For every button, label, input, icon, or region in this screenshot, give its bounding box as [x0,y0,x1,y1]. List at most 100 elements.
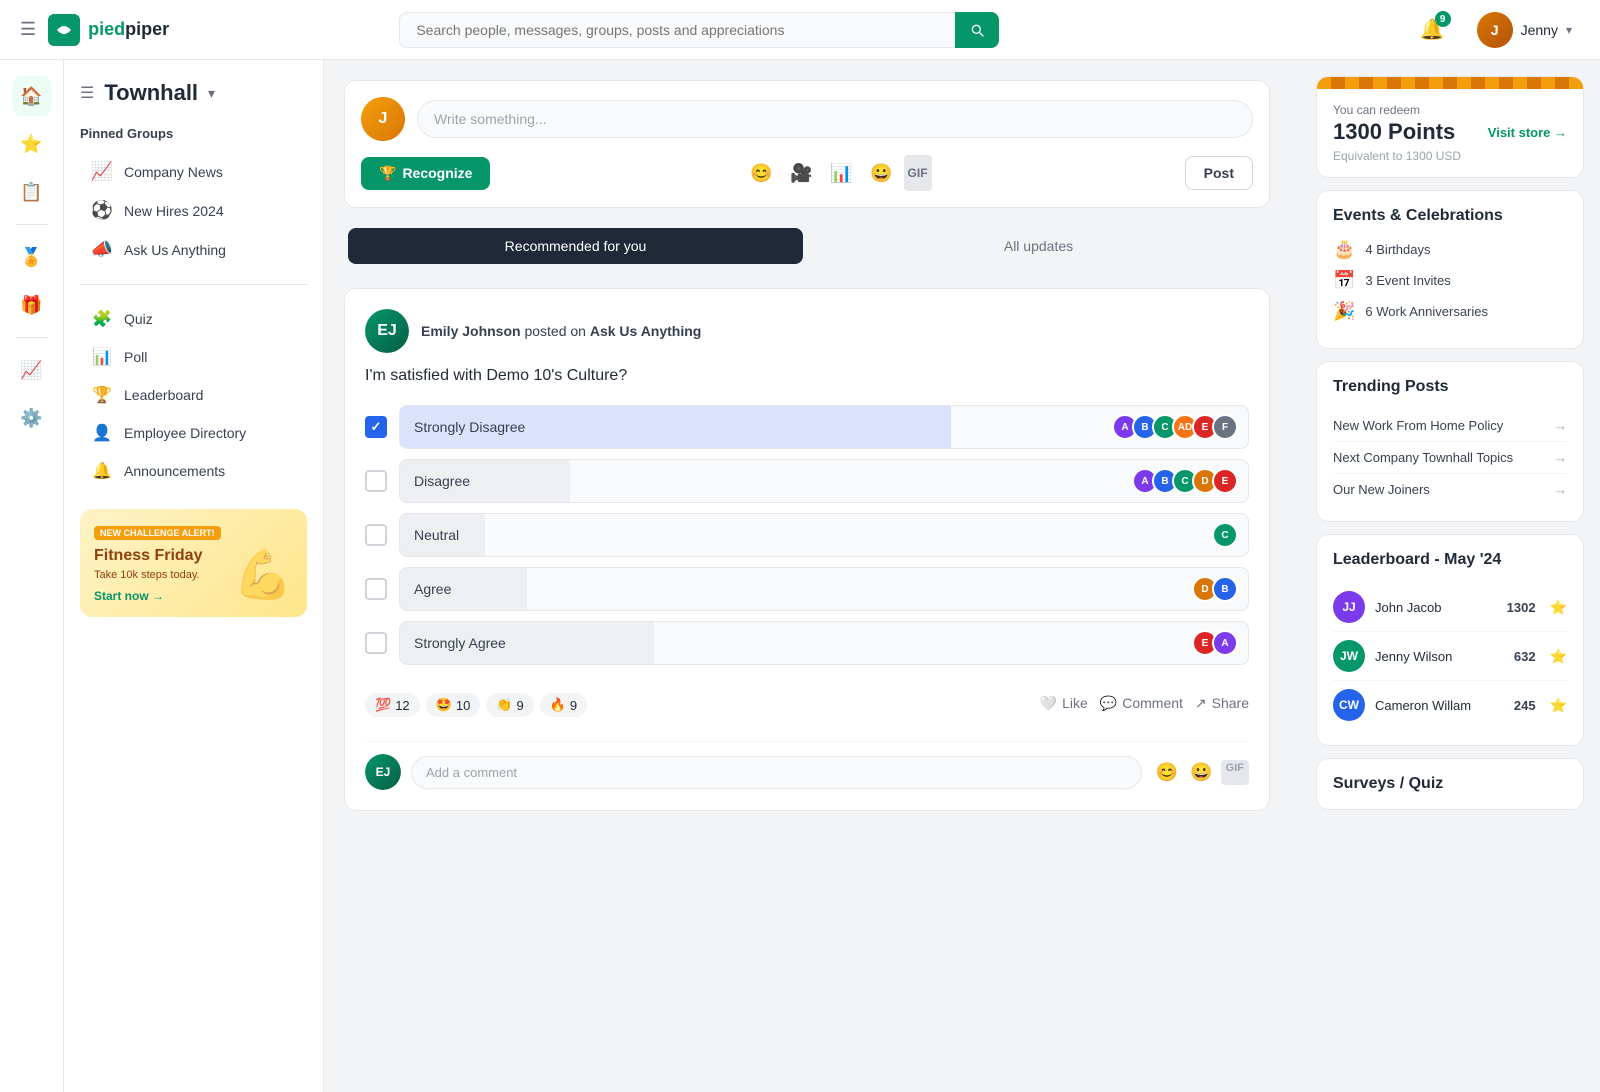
search-button[interactable] [955,12,999,48]
sidebar-menu-icon[interactable]: ☰ [80,83,94,103]
chart-tool[interactable]: 📊 [824,155,860,191]
composer-avatar: J [361,97,405,141]
poll-checkbox-4[interactable] [365,632,387,654]
quiz-icon: 🧩 [90,309,114,329]
trending-item-2[interactable]: Our New Joiners → [1333,474,1567,505]
trending-item-label: Next Company Townhall Topics [1333,450,1513,465]
search-input[interactable] [399,12,999,48]
trending-item-label: New Work From Home Policy [1333,418,1503,433]
poll-bar-wrap-1[interactable]: Disagree A B C D E [399,459,1249,503]
user-menu-button[interactable]: J Jenny ▾ [1469,8,1580,52]
video-tool[interactable]: 🎥 [784,155,820,191]
event-item-anniversaries[interactable]: 🎉 6 Work Anniversaries [1333,301,1567,322]
visit-store-button[interactable]: Visit store → [1488,125,1567,140]
rail-recognition[interactable]: ⭐ [12,124,52,164]
comment-bar: EJ Add a comment 😊 😀 GIF [365,741,1249,790]
leaderboard-avatar: JJ [1333,591,1365,623]
comment-gif-icon[interactable]: GIF [1221,760,1249,785]
recognize-button[interactable]: 🏆 Recognize [361,157,490,190]
sidebar-item-poll[interactable]: 📊 Poll [80,339,307,375]
logo[interactable]: piedpiper [48,14,169,46]
hamburger-menu[interactable]: ☰ [20,19,36,40]
challenge-title: Fitness Friday [94,546,202,565]
chevron-down-icon: ▾ [208,85,215,102]
sidebar-item-quiz[interactable]: 🧩 Quiz [80,301,307,337]
events-card: Events & Celebrations 🎂 4 Birthdays 📅 3 … [1316,190,1584,349]
comment-mention-icon[interactable]: 😊 [1152,760,1182,785]
rail-settings[interactable]: ⚙️ [12,398,52,438]
emoji-tool[interactable]: 😀 [864,155,900,191]
poll-checkbox-0[interactable] [365,416,387,438]
poll-bar-wrap-3[interactable]: Agree D B [399,567,1249,611]
post-button[interactable]: Post [1185,156,1253,190]
poll-bar-wrap-4[interactable]: Strongly Agree E A [399,621,1249,665]
points-equiv: Equivalent to 1300 USD [1333,149,1567,163]
comment-input[interactable]: Add a comment [411,756,1142,789]
sidebar-item-employee-directory[interactable]: 👤 Employee Directory [80,415,307,451]
arrow-right-icon: → [1554,418,1567,433]
trending-item-label: Our New Joiners [1333,482,1430,497]
event-item-birthdays[interactable]: 🎂 4 Birthdays [1333,239,1567,260]
gif-tool[interactable]: GIF [904,155,932,191]
leaderboard-item-0[interactable]: JJ John Jacob 1302 ⭐ [1333,583,1567,632]
reaction-0[interactable]: 💯12 [365,693,420,717]
top-navigation: ☰ piedpiper 🔔 9 J Jenny ▾ [0,0,1600,60]
trending-item-0[interactable]: New Work From Home Policy → [1333,410,1567,442]
poll-bar-wrap-2[interactable]: Neutral C [399,513,1249,557]
leaderboard-title: Leaderboard - May '24 [1333,551,1567,569]
compose-input[interactable]: Write something... [417,100,1253,138]
post-question: I'm satisfied with Demo 10's Culture? [365,367,1249,385]
sidebar-item-label: New Hires 2024 [124,203,224,219]
ask-us-icon: 📣 [90,239,114,260]
sidebar-item-new-hires[interactable]: ⚽ New Hires 2024 [80,192,307,229]
sidebar-item-company-news[interactable]: 📈 Company News [80,153,307,190]
rail-analytics[interactable]: 📈 [12,350,52,390]
leaderboard-item-1[interactable]: JW Jenny Wilson 632 ⭐ [1333,632,1567,681]
poll-checkbox-2[interactable] [365,524,387,546]
reaction-2[interactable]: 👏9 [486,693,533,717]
leaderboard-name: Jenny Wilson [1375,649,1504,664]
star-icon: ⭐ [1550,697,1567,714]
rail-gift[interactable]: 🎁 [12,285,52,325]
sidebar-item-ask-us[interactable]: 📣 Ask Us Anything [80,231,307,268]
sidebar-item-label: Poll [124,349,147,365]
user-name: Jenny [1521,22,1558,38]
mention-tool[interactable]: 😊 [744,155,780,191]
notifications-button[interactable]: 🔔 9 [1412,9,1453,50]
leaderboard-card: Leaderboard - May '24 JJ John Jacob 1302… [1316,534,1584,746]
poll-options: Strongly Disagree A B C AD E F [365,405,1249,665]
reaction-1[interactable]: 🤩10 [426,693,481,717]
rail-home[interactable]: 🏠 [12,76,52,116]
comment-emoji-icon[interactable]: 😀 [1186,760,1216,785]
challenge-subtitle: Take 10k steps today. [94,569,202,581]
leaderboard-avatar: CW [1333,689,1365,721]
comment-button[interactable]: 💬Comment [1100,695,1183,712]
calendar-icon: 📅 [1333,270,1355,291]
rail-achievements[interactable]: 🏅 [12,237,52,277]
comment-tools: 😊 😀 GIF [1152,760,1249,785]
challenge-cta[interactable]: Start now → [94,589,202,603]
tab-all-updates[interactable]: All updates [811,228,1266,264]
leaderboard-item-2[interactable]: CW Cameron Willam 245 ⭐ [1333,681,1567,729]
company-news-icon: 📈 [90,161,114,182]
sidebar-item-label: Company News [124,164,223,180]
like-button[interactable]: 🤍Like [1040,695,1088,712]
leaderboard-score: 632 [1514,649,1536,664]
sidebar-header: ☰ Townhall ▾ [80,80,307,106]
post-composer: J Write something... 🏆 Recognize 😊 🎥 📊 😀… [344,80,1270,208]
tab-recommended[interactable]: Recommended for you [348,228,803,264]
rail-feed[interactable]: 📋 [12,172,52,212]
sidebar-item-leaderboard[interactable]: 🏆 Leaderboard [80,377,307,413]
icon-rail: 🏠 ⭐ 📋 🏅 🎁 📈 ⚙️ [0,60,64,1092]
event-label: 3 Event Invites [1365,273,1450,288]
trending-item-1[interactable]: Next Company Townhall Topics → [1333,442,1567,474]
event-item-invites[interactable]: 📅 3 Event Invites [1333,270,1567,291]
sidebar: ☰ Townhall ▾ Pinned Groups 📈 Company New… [64,60,324,1092]
share-button[interactable]: ↗Share [1195,695,1249,712]
poll-bar-wrap-0[interactable]: Strongly Disagree A B C AD E F [399,405,1249,449]
sidebar-item-announcements[interactable]: 🔔 Announcements [80,453,307,489]
sidebar-item-label: Leaderboard [124,387,203,403]
reaction-3[interactable]: 🔥9 [540,693,587,717]
poll-checkbox-1[interactable] [365,470,387,492]
poll-checkbox-3[interactable] [365,578,387,600]
